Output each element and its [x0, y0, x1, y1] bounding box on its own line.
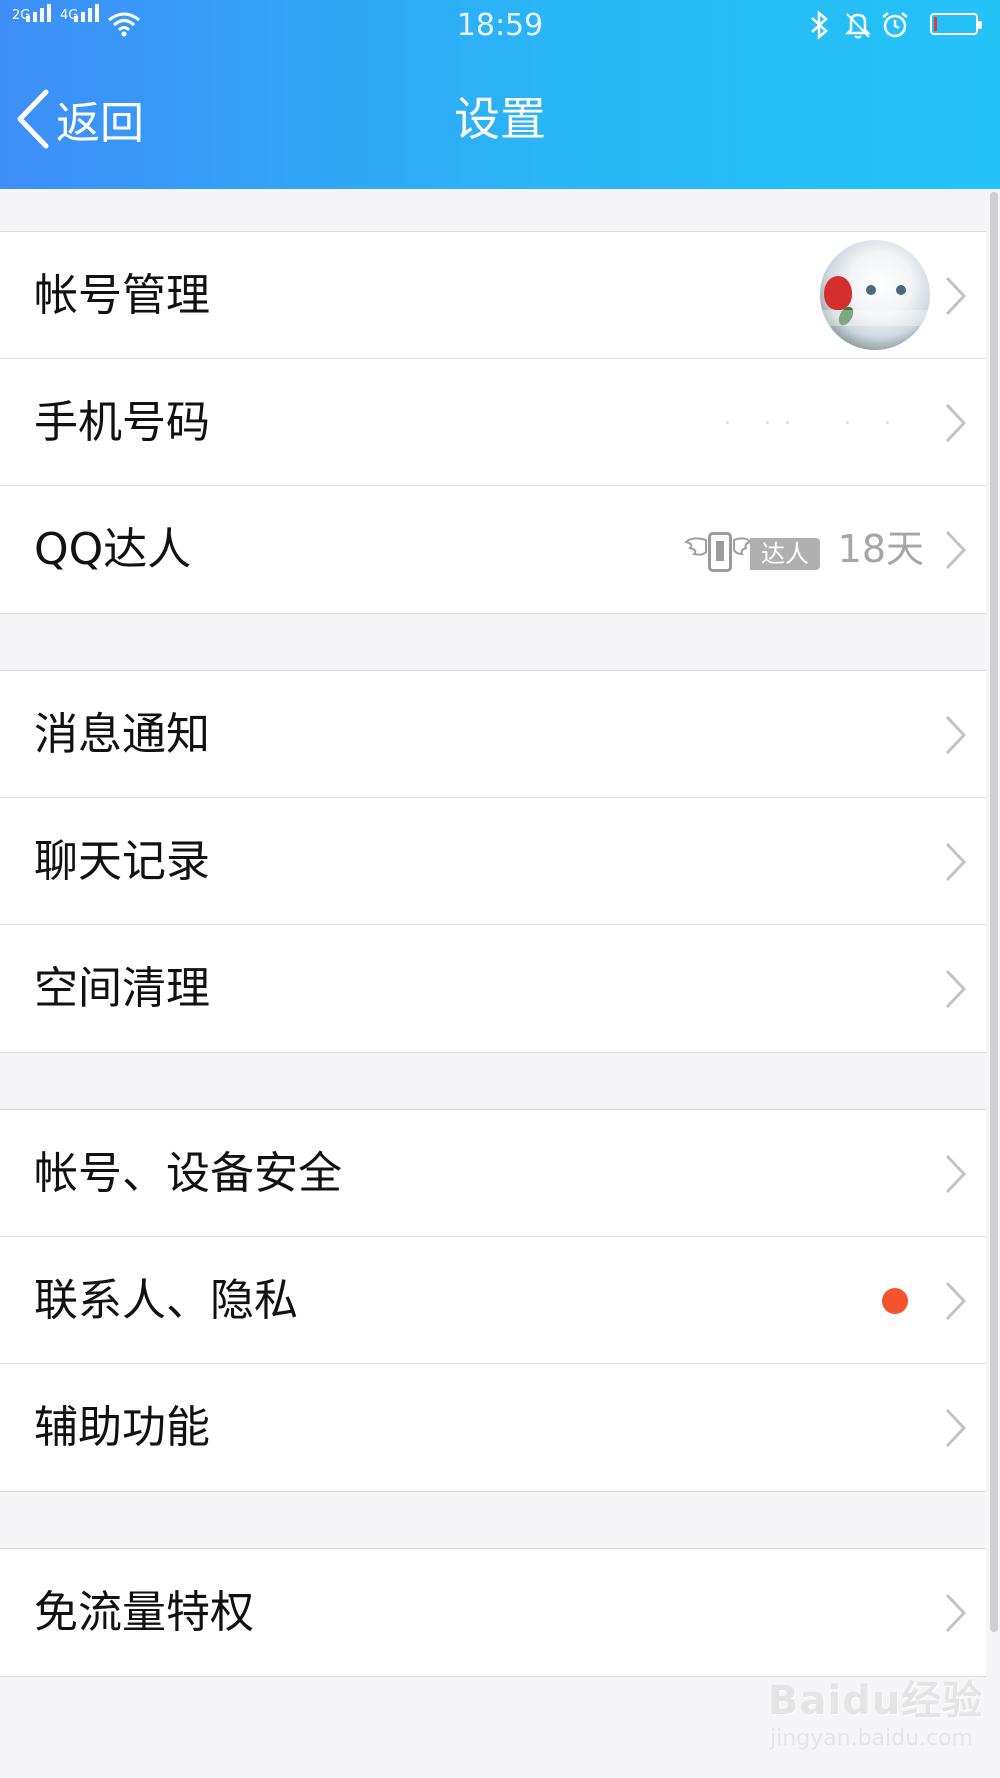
chevron-right-icon: [945, 1593, 967, 1633]
chevron-right-icon: [945, 715, 967, 755]
watermark-logo: Baidu经验: [768, 1678, 984, 1724]
notification-dot: [882, 1288, 908, 1314]
daren-badge: 达人: [684, 530, 820, 574]
settings-group-messages: 消息通知 聊天记录 空间清理: [0, 670, 986, 1053]
app-header: 2G 4G 18:59 返回 设置: [0, 0, 1000, 189]
row-storage-cleanup[interactable]: 空间清理: [0, 925, 986, 1052]
wing-icon: [684, 537, 707, 556]
row-chat-history[interactable]: 聊天记录: [0, 798, 986, 925]
row-label: 帐号管理: [34, 270, 210, 321]
chevron-right-icon: [945, 530, 967, 570]
chevron-right-icon: [945, 1281, 967, 1321]
status-bar: 2G 4G 18:59: [0, 0, 1000, 52]
row-label: 聊天记录: [34, 836, 210, 887]
row-label: 帐号、设备安全: [34, 1148, 342, 1199]
row-label: 联系人、隐私: [34, 1275, 298, 1326]
row-label: 辅助功能: [34, 1402, 210, 1453]
wing-icon: [733, 537, 752, 556]
chevron-right-icon: [945, 842, 967, 882]
row-label: 手机号码: [34, 397, 210, 448]
row-account-device-security[interactable]: 帐号、设备安全: [0, 1110, 986, 1237]
row-phone-number[interactable]: 手机号码: [0, 359, 986, 486]
battery-level: [934, 17, 937, 31]
chevron-right-icon: [945, 969, 967, 1009]
row-label: 免流量特权: [34, 1587, 254, 1638]
row-accessibility[interactable]: 辅助功能: [0, 1364, 986, 1491]
row-notifications[interactable]: 消息通知: [0, 671, 986, 798]
row-label: 消息通知: [34, 709, 210, 760]
settings-list: 帐号管理 手机号码 QQ达人 达人 18天 消息通知 聊天记录 空间清理 帐号、…: [0, 189, 986, 1677]
bell-muted-icon: [844, 13, 872, 39]
settings-group-security: 帐号、设备安全 联系人、隐私 辅助功能: [0, 1109, 986, 1492]
row-free-data-privilege[interactable]: 免流量特权: [0, 1549, 986, 1676]
phone-icon: [708, 532, 732, 572]
row-label: 空间清理: [34, 963, 210, 1014]
row-account-management[interactable]: 帐号管理: [0, 232, 986, 359]
avatar[interactable]: [820, 240, 930, 350]
chevron-right-icon: [945, 403, 967, 443]
row-contacts-privacy[interactable]: 联系人、隐私: [0, 1237, 986, 1364]
chevron-right-icon: [945, 1408, 967, 1448]
alarm-icon: [882, 12, 908, 38]
daren-days: 18天: [837, 527, 924, 571]
chevron-right-icon: [945, 276, 967, 316]
phone-number-value: [726, 421, 896, 425]
row-qq-daren[interactable]: QQ达人 达人 18天: [0, 486, 986, 613]
watermark-url: jingyan.baidu.com: [770, 1726, 974, 1751]
scrollbar[interactable]: [990, 192, 998, 1632]
settings-group-data: 免流量特权: [0, 1548, 986, 1677]
row-label: QQ达人: [34, 524, 192, 575]
bluetooth-icon: [811, 10, 828, 40]
settings-group-account: 帐号管理 手机号码 QQ达人 达人 18天: [0, 231, 986, 614]
daren-badge-label: 达人: [750, 538, 820, 570]
battery-icon: [930, 13, 982, 35]
baidu-jingyan-watermark: Baidu经验 jingyan.baidu.com: [760, 1668, 990, 1768]
chevron-right-icon: [945, 1154, 967, 1194]
page-title: 设置: [454, 92, 546, 146]
